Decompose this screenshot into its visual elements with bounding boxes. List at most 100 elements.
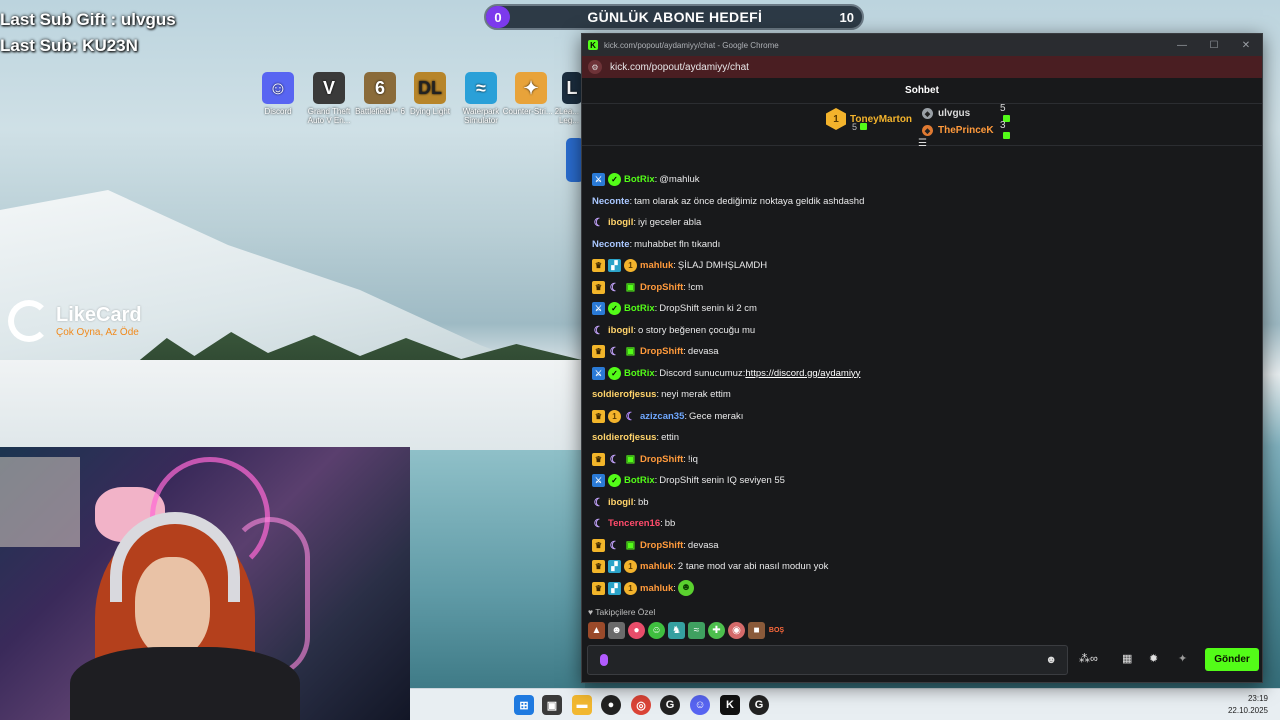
subscriber-badge-icon[interactable]: ▞ [608, 581, 621, 595]
chat-input-box[interactable]: ☻ [587, 645, 1068, 675]
rank-badge-icon[interactable]: 1 [608, 409, 621, 423]
emote-8[interactable]: ◉ [728, 622, 745, 639]
moon-badge-icon[interactable]: ☾ [608, 345, 621, 358]
chat-username[interactable]: mahluk [640, 260, 673, 271]
chat-username[interactable]: mahluk [640, 561, 673, 572]
emote-2[interactable]: ☻ [608, 622, 625, 639]
chat-colon: : [660, 518, 663, 530]
chat-username[interactable]: DropShift [640, 282, 683, 293]
chat-username[interactable]: soldierofjesus [592, 389, 656, 400]
obs-icon[interactable]: ● [601, 695, 621, 715]
emote-3[interactable]: ● [628, 622, 645, 639]
close-button[interactable]: ✕ [1230, 40, 1262, 51]
site-info-icon[interactable]: ⚙ [588, 60, 602, 74]
crown-badge-icon[interactable]: ♛ [592, 409, 605, 423]
chat-username[interactable]: ibogil [608, 325, 633, 336]
system-clock[interactable]: 23:19 22.10.2025 [1228, 693, 1268, 717]
gift-badge-icon[interactable]: ▣ [624, 345, 637, 358]
moon-badge-icon[interactable]: ☾ [592, 517, 605, 530]
crown-badge-icon[interactable]: ♛ [592, 581, 605, 595]
crown-badge-icon[interactable]: ♛ [592, 280, 605, 294]
rank-badge-icon[interactable]: 1 [624, 581, 637, 595]
moon-badge-icon[interactable]: ☾ [608, 453, 621, 466]
windows-start-icon[interactable]: ⊞ [514, 695, 534, 715]
microphone-icon[interactable] [600, 654, 608, 666]
green-face-emote[interactable]: ☻ [677, 580, 694, 597]
github-icon[interactable]: G [749, 695, 769, 715]
minimize-button[interactable]: — [1166, 40, 1198, 51]
verified-badge-icon[interactable]: ✓ [608, 474, 621, 488]
verified-badge-icon[interactable]: ✓ [608, 302, 621, 316]
subscriber-badge-icon[interactable]: ▞ [608, 259, 621, 273]
crown-badge-icon[interactable]: ♛ [592, 452, 605, 466]
chat-username[interactable]: ibogil [608, 217, 633, 228]
leaderboard-first[interactable]: 1 TonеyMarton 5 [826, 108, 912, 132]
moon-badge-icon[interactable]: ☾ [592, 216, 605, 229]
chat-message-input[interactable] [618, 651, 1028, 669]
pin-collapse-icon[interactable]: ☰ [918, 138, 927, 149]
gift-badge-icon[interactable]: ▣ [624, 539, 637, 552]
chat-username[interactable]: Neconte [592, 196, 629, 207]
moon-badge-icon[interactable]: ☾ [608, 539, 621, 552]
chat-username[interactable]: DropShift [640, 540, 683, 551]
rank-badge-icon[interactable]: 1 [624, 560, 637, 574]
github-icon[interactable]: G [660, 695, 680, 715]
moderator-badge-icon[interactable]: ⚔ [592, 366, 605, 380]
chat-username[interactable]: DropShift [640, 454, 683, 465]
chat-username[interactable]: BotRix [624, 475, 655, 486]
chat-username[interactable]: soldierofjesus [592, 432, 656, 443]
gift-badge-icon[interactable]: ▣ [624, 453, 637, 466]
verified-badge-icon[interactable]: ✓ [608, 366, 621, 380]
emote-5[interactable]: ♞ [668, 622, 685, 639]
chat-username[interactable]: ibogil [608, 497, 633, 508]
chat-settings-gear-icon[interactable]: ✹ [1149, 652, 1158, 665]
leaderboard-third[interactable]: ◆ ThePrinceK 3 [922, 120, 1010, 139]
gift-badge-icon[interactable]: ▣ [624, 281, 637, 294]
wave-badge-icon[interactable]: ☾ [624, 410, 637, 423]
chat-username[interactable]: DropShift [640, 346, 683, 357]
emote-9[interactable]: ■ [748, 622, 765, 639]
chat-link[interactable]: https://discord.gg/aydamiyy [745, 368, 860, 379]
send-button[interactable]: Gönder [1205, 648, 1259, 671]
prediction-icon[interactable]: ✦ [1178, 652, 1187, 665]
store-icon[interactable]: ▦ [1122, 652, 1132, 665]
chat-username[interactable]: BotRix [624, 174, 655, 185]
emoji-picker-icon[interactable]: ☻ [1045, 654, 1057, 666]
crown-badge-icon[interactable]: ♛ [592, 538, 605, 552]
emote-10[interactable]: BOŞ [768, 622, 785, 639]
file-explorer-icon[interactable]: ▬ [572, 695, 592, 715]
crown-badge-icon[interactable]: ♛ [592, 560, 605, 574]
crown-badge-icon[interactable]: ♛ [592, 345, 605, 359]
task-view-icon[interactable]: ▣ [542, 695, 562, 715]
leaderboard-second[interactable]: ◆ ulvgus 5 [922, 103, 1010, 122]
address-bar[interactable]: ⚙ kick.com/popout/aydamiyy/chat [582, 56, 1262, 78]
moon-badge-icon[interactable]: ☾ [592, 496, 605, 509]
kick-taskbar-icon[interactable]: K [720, 695, 740, 715]
emote-4[interactable]: ☺ [648, 622, 665, 639]
desktop-shortcut-cs2[interactable]: ✦ Counter-Stri... 2 [501, 72, 561, 116]
chat-username[interactable]: mahluk [640, 583, 673, 594]
chat-username[interactable]: BotRix [624, 303, 655, 314]
moderator-badge-icon[interactable]: ⚔ [592, 302, 605, 316]
chat-username[interactable]: BotRix [624, 368, 655, 379]
moderator-badge-icon[interactable]: ⚔ [592, 173, 605, 187]
moon-badge-icon[interactable]: ☾ [592, 324, 605, 337]
chat-username[interactable]: Neconte [592, 239, 629, 250]
emote-7[interactable]: ✚ [708, 622, 725, 639]
desktop-shortcut-league[interactable]: L Lea... Leg... [554, 72, 584, 125]
rank-badge-icon[interactable]: 1 [624, 259, 637, 273]
chrome-icon[interactable]: ◎ [631, 695, 651, 715]
channel-points-icon[interactable]: ⁂∞ [1079, 652, 1098, 665]
subscriber-badge-icon[interactable]: ▞ [608, 560, 621, 574]
discord-taskbar-icon[interactable]: ☺ [690, 695, 710, 715]
moon-badge-icon[interactable]: ☾ [608, 281, 621, 294]
chat-username[interactable]: azizcan35 [640, 411, 684, 422]
verified-badge-icon[interactable]: ✓ [608, 173, 621, 187]
moderator-badge-icon[interactable]: ⚔ [592, 474, 605, 488]
chat-username[interactable]: Tenceren16 [608, 518, 660, 529]
emote-1[interactable]: ▲ [588, 622, 605, 639]
crown-badge-icon[interactable]: ♛ [592, 259, 605, 273]
window-titlebar[interactable]: K kick.com/popout/aydamiyy/chat - Google… [582, 34, 1262, 56]
maximize-button[interactable]: ☐ [1198, 40, 1230, 51]
emote-6[interactable]: ≈ [688, 622, 705, 639]
